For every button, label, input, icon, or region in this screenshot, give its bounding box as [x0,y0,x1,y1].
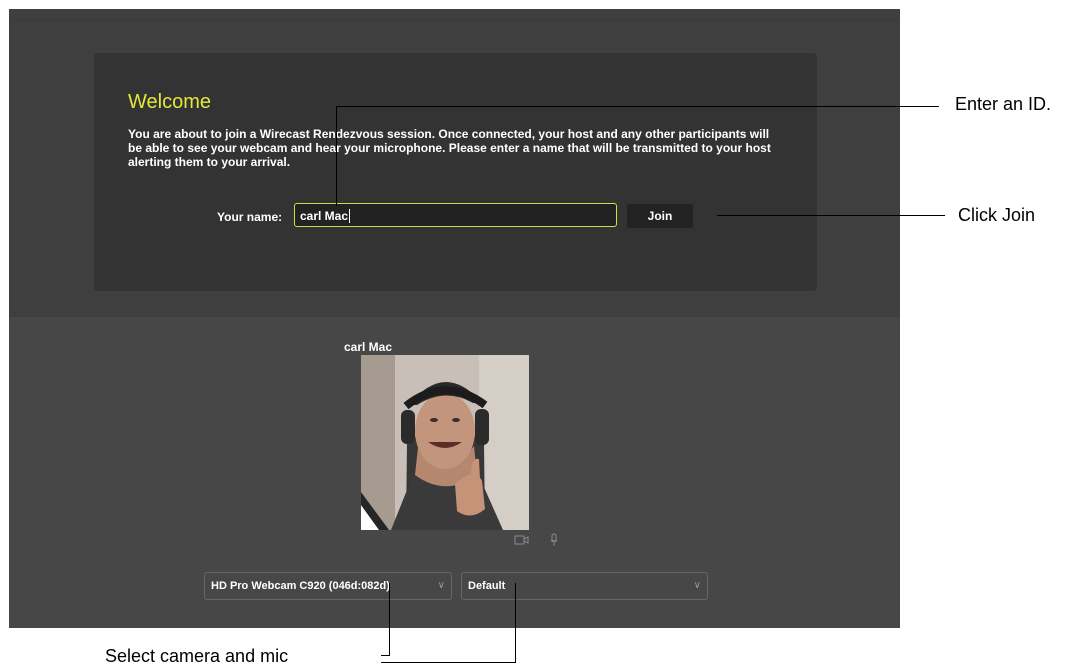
video-camera-icon[interactable] [514,534,530,546]
name-label: Your name: [217,210,283,224]
welcome-description: You are about to join a Wirecast Rendezv… [128,127,771,169]
text-caret [349,209,351,223]
enter-id-callout: Enter an ID. [955,94,1052,114]
welcome-title: Welcome [128,91,211,113]
camera-select-value: HD Pro Webcam C920 (046d:082d) [211,580,390,592]
select-devices-callout-line-mic [515,583,516,663]
wirecast-rendezvous-window: Welcome You are about to join a Wirecast… [9,9,900,628]
camera-select[interactable]: HD Pro Webcam C920 (046d:082d) ∨ [204,572,452,600]
name-input-value: carl Mac [300,209,349,223]
select-devices-callout-line-bottom [381,655,390,656]
enter-id-callout-line-vertical [336,106,337,206]
webcam-preview [361,355,529,530]
enter-id-callout-line-horizontal [336,106,939,107]
welcome-panel: Welcome You are about to join a Wirecast… [94,53,817,291]
click-join-callout-line [717,215,945,216]
chevron-down-icon: ∨ [693,580,701,591]
name-input[interactable]: carl Mac [294,203,617,227]
select-devices-callout: Select camera and mic [105,646,289,666]
join-button[interactable]: Join [627,204,693,228]
name-entry-row: Your name: carl Mac Join [94,203,817,231]
select-devices-callout-line-camera [389,583,390,655]
top-divider [9,20,900,21]
participant-name: carl Mac [344,340,393,354]
click-join-callout: Click Join [958,205,1036,225]
microphone-icon[interactable] [549,533,559,547]
webcam-image [361,355,529,530]
chevron-down-icon: ∨ [437,580,445,591]
microphone-select[interactable]: Default ∨ [461,572,708,600]
microphone-select-value: Default [468,580,506,592]
select-devices-callout-line-bottom-mic [381,662,516,663]
